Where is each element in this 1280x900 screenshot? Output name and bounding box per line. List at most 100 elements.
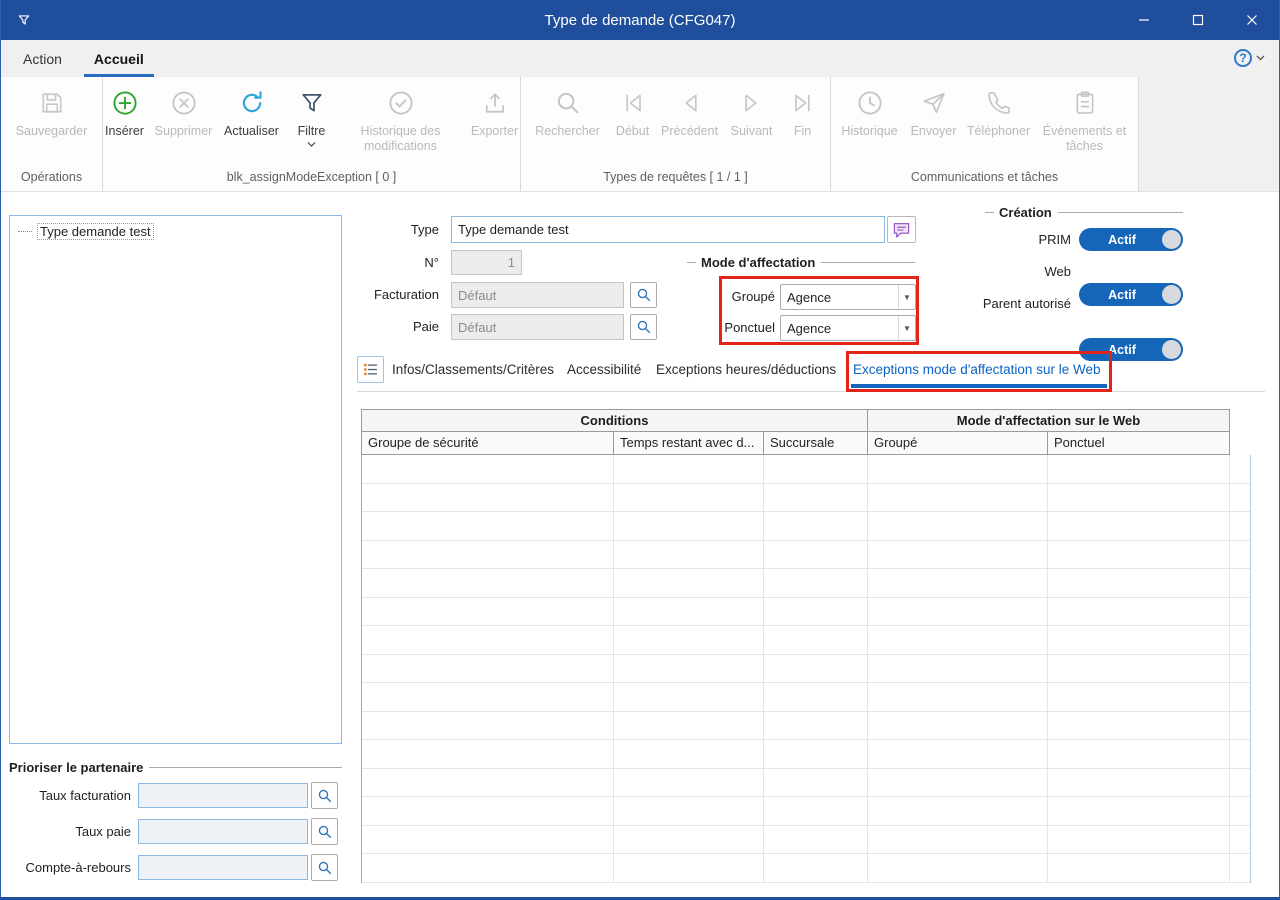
grid-cell[interactable]: [1048, 826, 1230, 854]
grid-cell[interactable]: [614, 541, 764, 569]
grid-cell[interactable]: [764, 512, 868, 540]
grid-cell[interactable]: [764, 598, 868, 626]
grid-cell[interactable]: [362, 712, 614, 740]
grid-cell[interactable]: [764, 740, 868, 768]
ponctuel-dropdown[interactable]: Agence ▼: [780, 315, 916, 341]
delete-button[interactable]: Supprimer: [151, 85, 217, 139]
grid-cell[interactable]: [1048, 854, 1230, 882]
grid-cell[interactable]: [1048, 569, 1230, 597]
grid-cell[interactable]: [362, 569, 614, 597]
taux-facturation-lookup-button[interactable]: [311, 782, 338, 809]
grid-row[interactable]: [362, 655, 1250, 684]
grid-cell[interactable]: [362, 455, 614, 483]
grid-cell[interactable]: [868, 569, 1048, 597]
grid-cell[interactable]: [362, 484, 614, 512]
column-header-temps-restant[interactable]: Temps restant avec d...: [613, 431, 764, 455]
grid-cell[interactable]: [868, 598, 1048, 626]
grid-cell[interactable]: [614, 569, 764, 597]
first-record-button[interactable]: Début: [609, 85, 657, 139]
history-button[interactable]: Historique: [835, 85, 905, 139]
next-record-button[interactable]: Suivant: [723, 85, 781, 139]
grid-cell[interactable]: [362, 541, 614, 569]
grid-cell[interactable]: [764, 569, 868, 597]
grid-cell[interactable]: [868, 683, 1048, 711]
tab-exceptions-heures-deductions[interactable]: Exceptions heures/déductions: [656, 362, 836, 377]
grid-cell[interactable]: [614, 484, 764, 512]
paie-input[interactable]: [451, 314, 624, 340]
grid-cell[interactable]: [362, 854, 614, 882]
taux-paie-lookup-button[interactable]: [311, 818, 338, 845]
column-header-succursale[interactable]: Succursale: [763, 431, 868, 455]
grid-cell[interactable]: [764, 854, 868, 882]
grid-cell[interactable]: [1048, 455, 1230, 483]
grid-cell[interactable]: [614, 512, 764, 540]
grid-cell[interactable]: [868, 740, 1048, 768]
grid-cell[interactable]: [868, 455, 1048, 483]
grid-cell[interactable]: [764, 826, 868, 854]
comment-button[interactable]: [887, 216, 916, 243]
grid-cell[interactable]: [764, 655, 868, 683]
compte-a-rebours-lookup-button[interactable]: [311, 854, 338, 881]
compte-a-rebours-input[interactable]: [138, 855, 308, 880]
grid-body[interactable]: [361, 455, 1251, 883]
menu-tab-action[interactable]: Action: [13, 40, 72, 77]
grid-cell[interactable]: [868, 712, 1048, 740]
groupe-dropdown[interactable]: Agence ▼: [780, 284, 916, 310]
grid-row[interactable]: [362, 769, 1250, 798]
taux-paie-input[interactable]: [138, 819, 308, 844]
facturation-input[interactable]: [451, 282, 624, 308]
grid-cell[interactable]: [614, 740, 764, 768]
taux-facturation-input[interactable]: [138, 783, 308, 808]
grid-cell[interactable]: [868, 655, 1048, 683]
grid-cell[interactable]: [614, 826, 764, 854]
grid-cell[interactable]: [868, 484, 1048, 512]
last-record-button[interactable]: Fin: [781, 85, 825, 139]
grid-row[interactable]: [362, 512, 1250, 541]
grid-cell[interactable]: [1048, 512, 1230, 540]
tree-item[interactable]: Type demande test: [10, 216, 341, 247]
grid-cell[interactable]: [1048, 712, 1230, 740]
grid-cell[interactable]: [362, 626, 614, 654]
grid-cell[interactable]: [614, 683, 764, 711]
grid-cell[interactable]: [614, 769, 764, 797]
grid-cell[interactable]: [1048, 598, 1230, 626]
grid-cell[interactable]: [362, 655, 614, 683]
grid-cell[interactable]: [614, 854, 764, 882]
grid-cell[interactable]: [1048, 683, 1230, 711]
filter-button[interactable]: Filtre: [287, 85, 337, 147]
prim-toggle[interactable]: Actif: [1079, 228, 1183, 251]
events-tasks-button[interactable]: Événements et tâches: [1035, 85, 1135, 154]
insert-button[interactable]: Insérer: [99, 85, 151, 139]
grid-row[interactable]: [362, 598, 1250, 627]
tab-accessibilite[interactable]: Accessibilité: [567, 362, 641, 377]
modification-history-button[interactable]: Historique des modifications: [337, 85, 465, 154]
grid-cell[interactable]: [764, 626, 868, 654]
maximize-button[interactable]: [1171, 0, 1225, 40]
grid-row[interactable]: [362, 484, 1250, 513]
grid-cell[interactable]: [1048, 797, 1230, 825]
paie-lookup-button[interactable]: [630, 314, 657, 340]
grid-row[interactable]: [362, 712, 1250, 741]
grid-cell[interactable]: [614, 797, 764, 825]
grid-cell[interactable]: [362, 740, 614, 768]
grid-cell[interactable]: [1048, 541, 1230, 569]
web-toggle[interactable]: Actif: [1079, 283, 1183, 306]
grid-cell[interactable]: [764, 797, 868, 825]
facturation-lookup-button[interactable]: [630, 282, 657, 308]
grid-cell[interactable]: [614, 655, 764, 683]
grid-row[interactable]: [362, 683, 1250, 712]
send-button[interactable]: Envoyer: [905, 85, 963, 139]
grid-cell[interactable]: [614, 598, 764, 626]
export-button[interactable]: Exporter: [465, 85, 525, 139]
grid-cell[interactable]: [868, 626, 1048, 654]
minimize-button[interactable]: [1117, 0, 1171, 40]
type-input[interactable]: [451, 216, 885, 243]
grid-cell[interactable]: [362, 797, 614, 825]
grid-row[interactable]: [362, 797, 1250, 826]
menu-tab-accueil[interactable]: Accueil: [84, 40, 154, 77]
list-view-button[interactable]: [357, 356, 384, 383]
phone-button[interactable]: Téléphoner: [963, 85, 1035, 139]
grid-cell[interactable]: [1048, 626, 1230, 654]
tab-infos-classements-criteres[interactable]: Infos/Classements/Critères: [392, 362, 554, 377]
grid-cell[interactable]: [362, 826, 614, 854]
